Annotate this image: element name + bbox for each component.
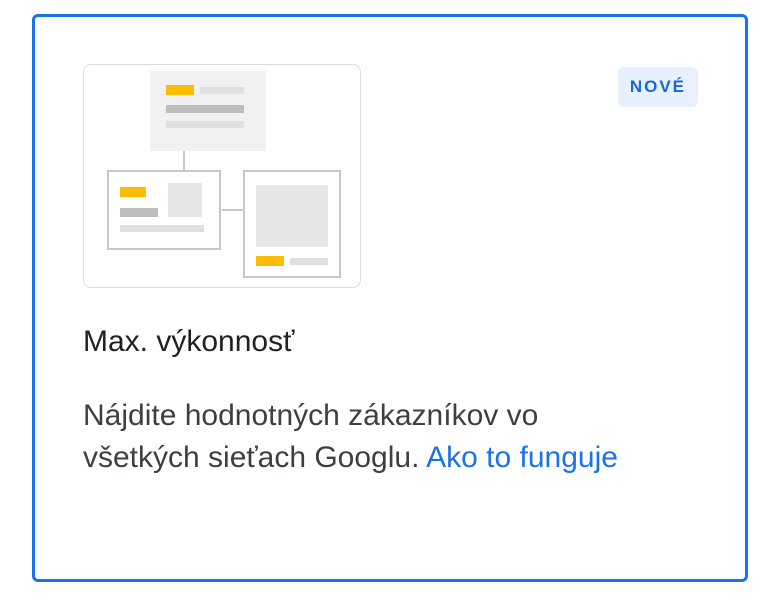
campaign-network-illustration-icon	[107, 71, 341, 278]
card-title: Max. výkonnosť	[83, 325, 295, 358]
campaign-option-card[interactable]: NOVÉ Max. výkonnosť Nájdite hodnotných z…	[32, 14, 748, 582]
card-description: Nájdite hodnotných zákazníkov vo všetkýc…	[83, 395, 643, 479]
illustration-frame	[83, 64, 361, 288]
new-badge: NOVÉ	[617, 67, 698, 107]
how-it-works-link[interactable]: Ako to funguje	[426, 441, 618, 474]
